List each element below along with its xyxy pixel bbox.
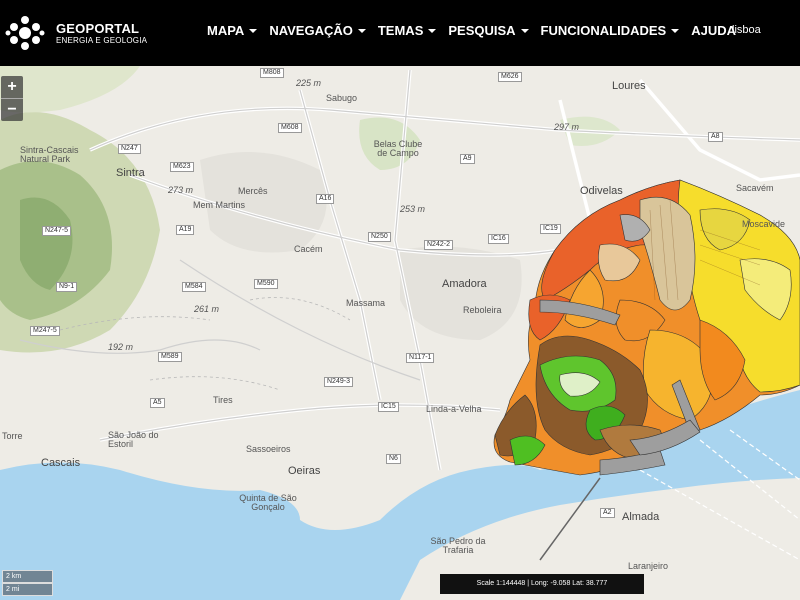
road-shield: N117-1: [406, 353, 435, 363]
coordinate-status-bar: Scale 1:144448 | Long: -9.058 Lat: 38.77…: [440, 574, 644, 594]
place-label: Tires: [213, 395, 233, 405]
geoportal-logo-icon[interactable]: [4, 12, 46, 54]
place-label: Massama: [346, 298, 386, 308]
brand-title: GEOPORTAL: [56, 21, 140, 36]
caret-down-icon: [357, 29, 366, 33]
elevation-label: 261 m: [194, 304, 220, 314]
road-shield: IC15: [378, 402, 399, 412]
brand[interactable]: GEOPORTAL ENERGIA E GEOLOGIA: [56, 21, 148, 46]
place-label: Sintra-Cascais Natural Park: [20, 145, 79, 164]
place-label: Cascais: [41, 457, 81, 469]
place-label: Quinta de São Gonçalo: [239, 493, 297, 512]
zoom-in-button[interactable]: +: [1, 76, 23, 98]
road-shield: M626: [498, 72, 522, 82]
elevation-label: 253 m: [400, 204, 426, 214]
place-label: Cacém: [294, 244, 323, 254]
road-shield: N250: [368, 232, 391, 242]
caret-down-icon: [520, 29, 529, 33]
place-label: Reboleira: [463, 305, 502, 315]
place-label: Sabugo: [326, 93, 358, 103]
menu-pesquisa[interactable]: PESQUISA: [448, 23, 529, 38]
place-label: Mem Martins: [193, 200, 246, 210]
menu-mapa-label: MAPA: [207, 23, 245, 38]
place-label: Loures: [612, 80, 646, 92]
road-shield: N9-1: [56, 282, 78, 292]
place-label: Sassoeiros: [246, 444, 291, 454]
elevation-label: 225 m: [296, 78, 322, 88]
road-shield: A8: [708, 132, 723, 142]
road-shield: A9: [460, 154, 475, 164]
place-label: Laranjeiro: [628, 561, 669, 571]
road-shield: A2: [600, 508, 615, 518]
road-shield: N247-5: [42, 226, 71, 236]
road-shield: M247-5: [30, 326, 60, 336]
brand-subtitle: ENERGIA E GEOLOGIA: [56, 36, 148, 45]
place-label: São Pedro da Trafaria: [430, 536, 486, 555]
elevation-label: 297 m: [554, 122, 580, 132]
road-shield: M589: [158, 352, 182, 362]
road-shield: N6: [386, 454, 401, 464]
place-label: Torre: [2, 431, 23, 441]
road-shield: N249-3: [324, 377, 353, 387]
elevation-label: 192 m: [108, 342, 134, 352]
zoom-control: + −: [1, 76, 23, 121]
menu-funcionalidades[interactable]: FUNCIONALIDADES: [541, 23, 680, 38]
zoom-out-button[interactable]: −: [1, 98, 23, 121]
road-shield: IC19: [540, 224, 561, 234]
scale-bar-km: 2 km: [2, 570, 53, 583]
road-shield: IC16: [488, 234, 509, 244]
elevation-label: 273 m: [168, 185, 194, 195]
menu-ajuda[interactable]: AJUDA: [691, 23, 736, 38]
place-label: Sacavém: [736, 183, 774, 193]
place-label: Linda-a-Velha: [426, 404, 482, 414]
menu-temas-label: TEMAS: [377, 23, 424, 38]
place-label: Sintra: [116, 167, 145, 179]
place-label: Oeiras: [288, 465, 321, 477]
menu-navegacao-label: NAVEGAÇÃO: [269, 23, 353, 38]
menu-pesquisa-label: PESQUISA: [448, 23, 516, 38]
road-shield: A5: [150, 398, 165, 408]
place-label: Amadora: [442, 278, 487, 290]
place-label: Mercês: [238, 186, 268, 196]
user-label[interactable]: lisboa: [732, 24, 761, 36]
menu-navegacao[interactable]: NAVEGAÇÃO: [269, 23, 366, 38]
main-menu: MAPA NAVEGAÇÃO TEMAS PESQUISA FUNCIONALI…: [207, 23, 736, 38]
road-shield: N242-2: [424, 240, 453, 250]
place-label: Belas Clube de Campo: [373, 139, 423, 158]
menu-mapa[interactable]: MAPA: [207, 23, 258, 38]
place-label: São João do Estoril: [108, 430, 159, 449]
place-label: Odivelas: [580, 185, 623, 197]
place-label: Almada: [622, 511, 660, 523]
map-canvas[interactable]: Loures Sabugo Sintra Sintra-Cascais Natu…: [0, 66, 800, 600]
road-shield: M808: [260, 68, 284, 78]
scale-bar-mi: 2 mi: [2, 583, 53, 596]
road-shield: M584: [182, 282, 206, 292]
road-shield: M623: [170, 162, 194, 172]
caret-down-icon: [428, 29, 437, 33]
place-label: Moscavide: [742, 219, 786, 229]
road-shield: A16: [316, 194, 335, 204]
road-shield: M590: [254, 279, 278, 289]
menu-funcionalidades-label: FUNCIONALIDADES: [540, 23, 667, 38]
top-navigation-bar: GEOPORTAL ENERGIA E GEOLOGIA MAPA NAVEGA…: [0, 0, 800, 66]
caret-down-icon: [249, 29, 258, 33]
road-shield: M608: [278, 123, 302, 133]
road-shield: A19: [176, 225, 195, 235]
caret-down-icon: [671, 29, 680, 33]
road-shield: N247: [118, 144, 141, 154]
menu-temas[interactable]: TEMAS: [378, 23, 437, 38]
